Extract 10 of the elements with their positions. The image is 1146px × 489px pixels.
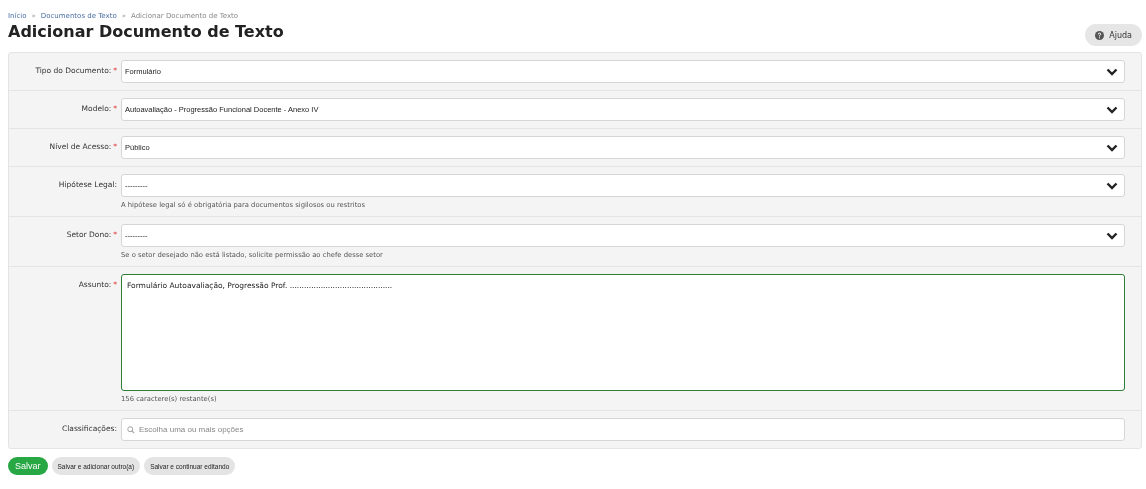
chevron-down-icon — [1106, 181, 1118, 190]
search-icon — [127, 425, 135, 434]
help-button[interactable]: Ajuda — [1085, 24, 1142, 46]
search-field[interactable]: Escolha uma ou mais opções — [121, 418, 1125, 441]
chevron-down-icon — [1106, 105, 1118, 114]
page-title: Adicionar Documento de Texto — [8, 22, 284, 41]
chevron-down-icon — [1106, 143, 1118, 152]
chevron-down-icon — [1106, 231, 1118, 240]
chevron-down-icon — [1106, 67, 1118, 76]
help-icon — [1095, 30, 1105, 40]
